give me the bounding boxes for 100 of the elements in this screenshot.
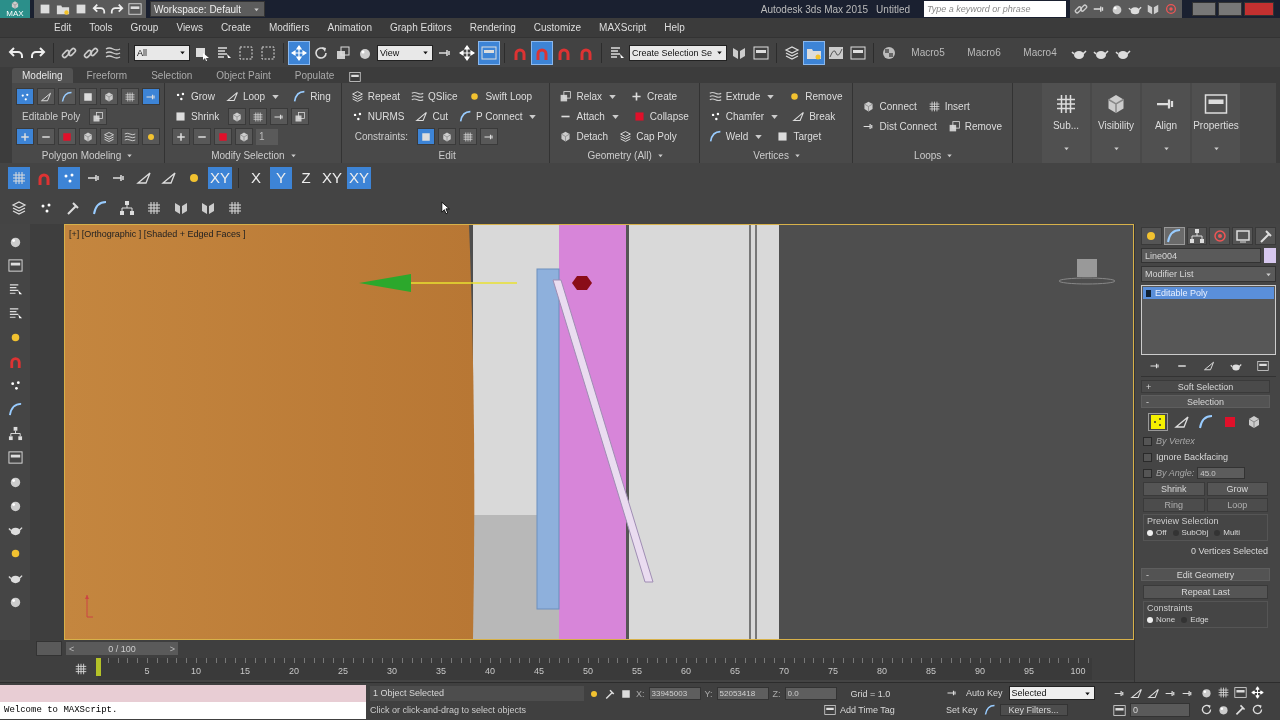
menu-item[interactable]: Create bbox=[211, 22, 260, 33]
ribbon-button[interactable]: Remove bbox=[945, 118, 1008, 135]
ribbon-button[interactable]: Detach bbox=[557, 128, 615, 145]
ribbon-button[interactable]: Relax bbox=[557, 88, 626, 105]
ribbon-button[interactable]: Cap Poly bbox=[617, 128, 683, 145]
panel-button[interactable]: Grow bbox=[1206, 482, 1268, 496]
viewport-label[interactable]: [+] [Orthographic ] [Shaded + Edged Faces ] bbox=[69, 229, 246, 239]
menu-item[interactable]: Edit bbox=[45, 22, 81, 33]
ribbon-button[interactable]: Dist Connect bbox=[860, 118, 943, 135]
panel-title[interactable]: Geometry (All) bbox=[557, 148, 695, 163]
coordinate-field[interactable]: 33945003 bbox=[648, 687, 701, 700]
ribbon-button[interactable]: Remove bbox=[786, 88, 849, 105]
modifier-list-dropdown[interactable]: Modifier List bbox=[1141, 266, 1276, 282]
panel-title[interactable]: Vertices bbox=[706, 148, 849, 163]
radio-option[interactable]: SubObj bbox=[1172, 528, 1209, 537]
spinner-field[interactable]: 1 bbox=[256, 128, 278, 145]
auto-key-button[interactable]: Auto Key bbox=[964, 688, 1005, 698]
frame-number: 55 bbox=[632, 665, 642, 676]
menu-item[interactable]: Group bbox=[121, 22, 168, 33]
panel-title[interactable]: Polygon Modeling bbox=[16, 148, 160, 163]
ribbon-button[interactable]: Swift Loop bbox=[466, 88, 539, 105]
frame-counter[interactable]: < 0 / 100 > bbox=[66, 642, 178, 655]
menu-item[interactable]: Modifiers bbox=[259, 22, 319, 33]
macro-button[interactable]: Macro5 bbox=[901, 47, 956, 58]
key-filters-button[interactable]: Key Filters... bbox=[999, 704, 1068, 716]
ribbon-tab[interactable]: Object Paint bbox=[206, 68, 281, 83]
ribbon-button[interactable]: Attach bbox=[557, 108, 628, 125]
frame-field[interactable]: 0 bbox=[1130, 703, 1190, 717]
menu-item[interactable]: Customize bbox=[524, 22, 591, 33]
frame-number: 75 bbox=[828, 665, 838, 676]
menu-item[interactable]: Graph Editors bbox=[380, 22, 461, 33]
object-name-field[interactable]: Line004 bbox=[1141, 248, 1261, 263]
ribbon-button[interactable]: Weld bbox=[706, 128, 772, 145]
rollout-header[interactable]: - Selection bbox=[1141, 395, 1270, 408]
ribbon-button[interactable]: Create bbox=[628, 88, 684, 105]
ribbon-button[interactable]: Chamfer bbox=[706, 108, 788, 125]
panel-button[interactable]: Repeat Last bbox=[1143, 585, 1268, 599]
ribbon-button[interactable]: Shrink bbox=[172, 108, 226, 125]
panel-title[interactable]: Edit bbox=[348, 148, 546, 163]
frame-ruler[interactable]: 5 10 15 20 25 30 35 40 45 50 55 60 65 70 75 80 85 90 95 100 bbox=[98, 657, 1092, 680]
ribbon-tab[interactable]: Populate bbox=[284, 68, 345, 83]
rollout-header[interactable]: + Soft Selection bbox=[1141, 380, 1270, 393]
macro-button[interactable]: Macro6 bbox=[957, 47, 1012, 58]
radio-option[interactable]: None bbox=[1147, 615, 1176, 624]
menu-item[interactable]: MAXScript bbox=[590, 22, 656, 33]
frame-number: 20 bbox=[289, 665, 299, 676]
app-menu-button[interactable]: MAX bbox=[0, 0, 30, 18]
ribbon-button[interactable]: Target bbox=[774, 128, 828, 145]
ribbon-button[interactable]: Repeat bbox=[348, 88, 406, 105]
panel-title[interactable]: Loops bbox=[860, 148, 1008, 163]
prompt-text: Click or click-and-drag to select objects bbox=[370, 705, 528, 715]
ribbon-button[interactable]: NURMS bbox=[348, 108, 411, 125]
ribbon-button[interactable]: Loop bbox=[223, 88, 289, 105]
ribbon-tab[interactable]: Modeling bbox=[12, 68, 73, 83]
menu-item[interactable]: Help bbox=[655, 22, 694, 33]
menu-item[interactable]: Views bbox=[167, 22, 212, 33]
radio-option[interactable]: Multi bbox=[1214, 528, 1241, 537]
ribbon-button[interactable]: Extrude bbox=[706, 88, 784, 105]
ribbon-button[interactable]: Grow bbox=[172, 88, 221, 105]
workspace-dropdown[interactable]: Workspace: Default bbox=[150, 1, 265, 17]
toolbar-dropdown[interactable]: View bbox=[377, 44, 433, 61]
macro-button[interactable]: Macro4 bbox=[1013, 47, 1068, 58]
ribbon-button[interactable]: Collapse bbox=[630, 108, 695, 125]
axis-button[interactable]: XY bbox=[320, 166, 345, 189]
rollout-header[interactable]: - Edit Geometry bbox=[1141, 568, 1270, 581]
ribbon-button[interactable]: P Connect bbox=[456, 108, 546, 125]
ribbon-button[interactable]: Break bbox=[790, 108, 842, 125]
search-field[interactable]: Type a keyword or phrase bbox=[924, 1, 1066, 17]
ribbon-tab[interactable]: Freeform bbox=[76, 68, 138, 83]
add-time-tag-button[interactable]: Add Time Tag bbox=[840, 705, 895, 715]
viewport[interactable]: [+] [Orthographic ] [Shaded + Edged Faces ] bbox=[64, 224, 1134, 640]
frame-number: 85 bbox=[926, 665, 936, 676]
axis-button[interactable]: Z bbox=[295, 166, 317, 189]
toolbar-dropdown[interactable]: Create Selection Se bbox=[629, 44, 728, 61]
ribbon-button[interactable]: Cut bbox=[413, 108, 454, 125]
next-frame-button[interactable]: > bbox=[169, 643, 175, 654]
radio-option[interactable]: Edge bbox=[1181, 615, 1209, 624]
coordinate-label: Y: bbox=[704, 688, 713, 699]
radio-option[interactable]: Off bbox=[1147, 528, 1167, 537]
ribbon-button[interactable]: Connect bbox=[860, 98, 923, 115]
frame-number: 80 bbox=[877, 665, 887, 676]
axis-button[interactable]: X bbox=[245, 166, 267, 189]
script-output: Welcome to MAXScript. bbox=[0, 702, 366, 719]
toolbar-dropdown[interactable]: All bbox=[134, 44, 190, 61]
frame-number: 60 bbox=[681, 665, 691, 676]
set-key-button[interactable]: Set Key bbox=[944, 705, 980, 715]
ribbon-tab[interactable]: Selection bbox=[141, 68, 203, 83]
panel-title[interactable]: Modify Selection bbox=[172, 148, 337, 163]
panel-button[interactable]: Shrink bbox=[1143, 482, 1205, 496]
checkbox[interactable]: Ignore Backfacing bbox=[1143, 452, 1229, 462]
coordinate-field[interactable]: 52053418 bbox=[716, 687, 769, 700]
ribbon-button[interactable]: Insert bbox=[925, 98, 976, 115]
ribbon-button[interactable]: QSlice bbox=[409, 88, 464, 105]
menu-item[interactable]: Animation bbox=[318, 22, 381, 33]
menu-item[interactable]: Rendering bbox=[460, 22, 525, 33]
coordinate-field[interactable]: 0.0 bbox=[784, 687, 837, 700]
key-mode-dropdown[interactable]: Selected bbox=[1008, 686, 1095, 700]
previous-frame-button[interactable]: < bbox=[69, 643, 75, 654]
menu-item[interactable]: Tools bbox=[80, 22, 122, 33]
ribbon-button[interactable]: Ring bbox=[291, 88, 337, 105]
